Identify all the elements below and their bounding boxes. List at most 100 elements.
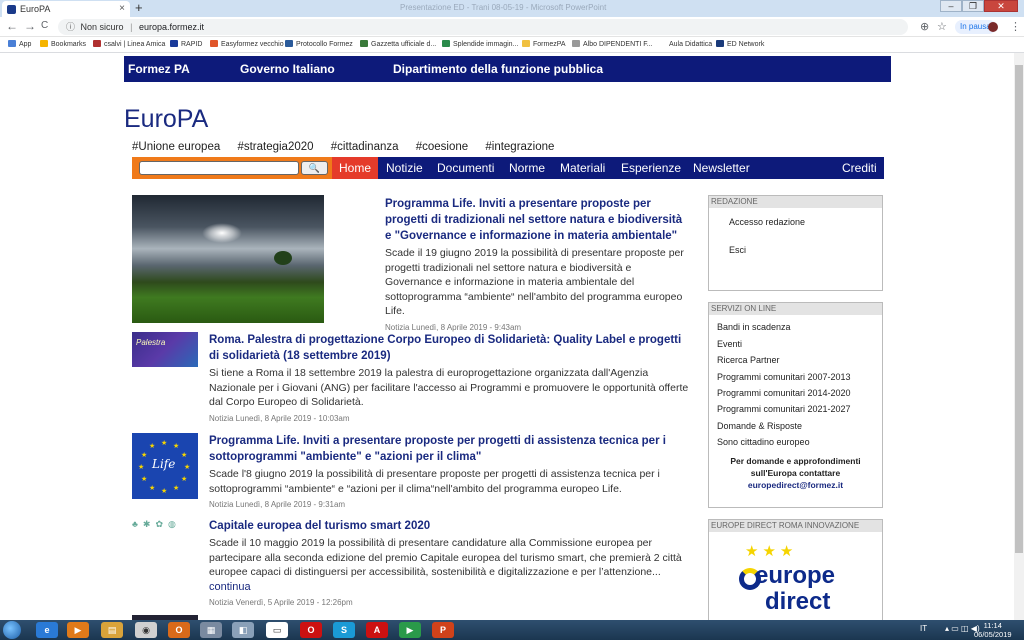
hashtag-coesione[interactable]: #coesione — [416, 141, 468, 153]
bookmark-item[interactable]: RAPID — [170, 37, 202, 53]
clock-time: 11:14 — [983, 621, 1002, 630]
servizi-link-programmi-2007[interactable]: Programmi comunitari 2007-2013 — [709, 369, 882, 385]
servizi-link-domande[interactable]: Domande & Risposte — [709, 418, 882, 434]
eu-star-icon: ★ — [149, 443, 156, 450]
taskbar-app-icon[interactable]: ▭ — [266, 622, 288, 638]
close-window-button[interactable]: ✕ — [984, 0, 1018, 12]
eu-stars-icon: ★★★ — [745, 543, 798, 560]
scrollbar-thumb[interactable] — [1015, 65, 1023, 553]
taskbar-app-icon[interactable]: ◉ — [135, 622, 157, 638]
servizi-link-programmi-2021[interactable]: Programmi comunitari 2021-2027 — [709, 402, 882, 418]
page-scrollbar[interactable] — [1014, 53, 1024, 620]
continue-link[interactable]: continua — [209, 581, 251, 593]
topbar-link-formez[interactable]: Formez PA — [128, 56, 190, 82]
info-icon[interactable]: ⓘ — [66, 22, 75, 32]
taskbar-app-icon[interactable]: O — [300, 622, 322, 638]
new-tab-button[interactable]: + — [135, 1, 143, 15]
search-input[interactable] — [139, 161, 299, 175]
nav-esperienze[interactable]: Esperienze — [614, 157, 688, 179]
hashtag-cittadinanza[interactable]: #cittadinanza — [331, 141, 399, 153]
nav-crediti[interactable]: Crediti — [835, 157, 884, 179]
address-bar[interactable]: ⓘ Non sicuro | europa.formez.it — [58, 19, 908, 35]
security-label: Non sicuro — [80, 22, 124, 32]
taskbar-app-icon[interactable]: e — [36, 622, 58, 638]
menu-dots-icon[interactable]: ⋮ — [1010, 20, 1021, 33]
nav-documenti[interactable]: Documenti — [430, 157, 501, 179]
tab-close-icon[interactable]: × — [119, 1, 125, 17]
nav-home[interactable]: Home — [332, 157, 379, 179]
article-title[interactable]: Capitale europea del turismo smart 2020 — [209, 518, 690, 534]
topbar-link-dipartimento[interactable]: Dipartimento della funzione pubblica — [393, 56, 603, 82]
taskbar-app-icon[interactable]: ▦ — [200, 622, 222, 638]
article-image-landscape[interactable] — [132, 195, 324, 323]
article-summary: Si tiene a Roma il 18 settembre 2019 la … — [209, 367, 689, 408]
url-text[interactable]: europa.formez.it — [139, 22, 204, 32]
bookmark-item[interactable]: ED Network — [716, 37, 764, 53]
article-title[interactable]: Programma Life. Inviti a presentare prop… — [209, 433, 690, 465]
esci-link[interactable]: Esci — [709, 236, 882, 264]
bookmark-item[interactable]: Aula Didattica — [658, 37, 712, 53]
nav-materiali[interactable]: Materiali — [553, 157, 612, 179]
minimize-button[interactable]: – — [940, 0, 962, 12]
hashtag-integrazione[interactable]: #integrazione — [485, 141, 554, 153]
browser-tab[interactable]: EuroPA × — [2, 1, 130, 17]
taskbar-app-icon[interactable]: ▶ — [399, 622, 421, 638]
avatar[interactable] — [988, 22, 998, 32]
taskbar-app-icon[interactable]: O — [168, 622, 190, 638]
servizi-link-programmi-2014[interactable]: Programmi comunitari 2014-2020 — [709, 386, 882, 402]
life-logo-text: Life — [152, 457, 176, 471]
bookmark-item[interactable]: Easyformez vecchio — [210, 37, 284, 53]
bookmark-item[interactable]: FormezPA — [522, 37, 566, 53]
bookmark-icon — [360, 40, 368, 47]
clock-date: 06/05/2019 — [974, 630, 1012, 639]
nav-norme[interactable]: Norme — [502, 157, 552, 179]
contact-note: Per domande e approfondimenti sull'Europ… — [709, 451, 882, 491]
logo-word-europe: europe — [755, 562, 836, 589]
bookmark-item[interactable]: Bookmarks — [40, 37, 86, 53]
article-title[interactable]: Roma. Palestra di progettazione Corpo Eu… — [209, 332, 690, 364]
bookmark-icon — [658, 40, 666, 47]
bookmark-item[interactable]: App — [8, 37, 31, 53]
input-language[interactable]: IT — [920, 624, 927, 633]
article-image-life[interactable]: ★ ★ ★ ★ ★ ★ ★ ★ ★ ★ ★ ★ Life — [132, 433, 198, 499]
taskbar-app-icon[interactable]: S — [333, 622, 355, 638]
article-title[interactable]: Programma Life. Inviti a presentare prop… — [385, 196, 690, 244]
servizi-link-cittadino[interactable]: Sono cittadino europeo — [709, 435, 882, 451]
taskbar-app-icon[interactable]: ◧ — [232, 622, 254, 638]
maximize-button[interactable]: ❐ — [962, 0, 984, 12]
tab-title: EuroPA — [20, 4, 51, 14]
servizi-link-bandi[interactable]: Bandi in scadenza — [709, 320, 882, 336]
bookmark-item[interactable]: Gazzetta ufficiale d... — [360, 37, 436, 53]
article-image-tourism-icons[interactable]: ♣✱✿◍ — [132, 519, 198, 537]
reload-icon[interactable]: C — [41, 20, 48, 31]
bookmark-item[interactable]: csalvi | Linea Amica — [93, 37, 165, 53]
servizi-link-ricerca-partner[interactable]: Ricerca Partner — [709, 353, 882, 369]
bookmark-star-icon[interactable]: ☆ — [937, 20, 947, 33]
windows-taskbar: IT ▴ ▭ ◫ ◀) 11:14 06/05/2019 e ▶ ▤ ◉ O ▦ ◧ ▭ O S A… — [0, 620, 1024, 640]
article-item: Capitale europea del turismo smart 2020 … — [209, 518, 690, 607]
taskbar-app-icon[interactable]: A — [366, 622, 388, 638]
nav-notizie[interactable]: Notizie — [379, 157, 430, 179]
start-button[interactable] — [3, 621, 21, 639]
servizi-link-eventi[interactable]: Eventi — [709, 336, 882, 352]
forward-icon[interactable]: → — [24, 19, 36, 33]
article-image-palestra[interactable]: Palestra — [132, 332, 198, 367]
europe-direct-logo[interactable]: ★★★ europe direct — [709, 532, 882, 615]
bookmark-item[interactable]: Protocollo Formez — [285, 37, 353, 53]
system-clock[interactable]: 11:14 06/05/2019 — [974, 621, 1012, 639]
topbar-link-governo[interactable]: Governo Italiano — [240, 56, 335, 82]
contact-email-link[interactable]: europedirect@formez.it — [715, 479, 876, 491]
search-button[interactable]: 🔍 — [301, 161, 328, 175]
accesso-redazione-link[interactable]: Accesso redazione — [709, 208, 882, 236]
site-title[interactable]: EuroPA — [124, 105, 208, 134]
hashtag-strategia2020[interactable]: #strategia2020 — [237, 141, 313, 153]
zoom-icon[interactable]: ⊕ — [920, 20, 929, 33]
nav-newsletter[interactable]: Newsletter — [686, 157, 757, 179]
hashtag-unione-europea[interactable]: #Unione europea — [132, 141, 220, 153]
back-icon[interactable]: ← — [6, 19, 18, 33]
taskbar-app-icon[interactable]: ▤ — [101, 622, 123, 638]
bookmark-item[interactable]: Splendide immagin... — [442, 37, 518, 53]
taskbar-app-icon[interactable]: ▶ — [67, 622, 89, 638]
bookmark-item[interactable]: Albo DIPENDENTI F... — [572, 37, 653, 53]
taskbar-app-icon[interactable]: P — [432, 622, 454, 638]
